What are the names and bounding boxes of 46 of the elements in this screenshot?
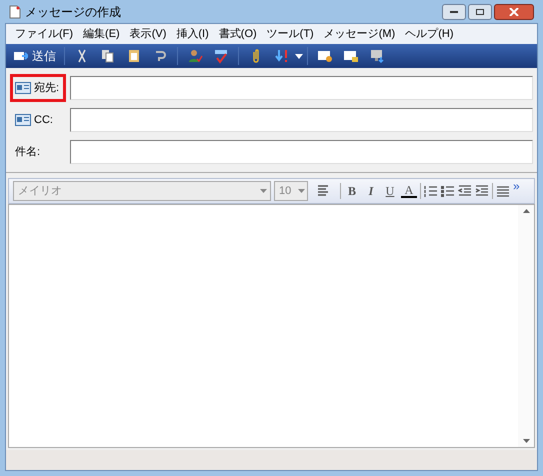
menu-item[interactable]: 挿入(I) [171,26,214,42]
bulleted-list-icon[interactable] [441,184,455,198]
menu-item[interactable]: 編集(E) [78,26,125,42]
close-button[interactable] [494,4,534,20]
spell-check-icon[interactable] [213,48,229,64]
field-label: 宛先: [10,74,66,102]
numbered-list-icon[interactable] [424,184,438,198]
increase-indent-icon[interactable] [475,184,489,198]
copy-icon[interactable] [100,48,116,64]
document-icon [9,4,21,18]
send-mail-icon[interactable] [14,50,28,62]
menu-item[interactable]: メッセージ(M) [318,26,400,42]
encrypt-icon[interactable] [343,48,359,64]
more-button[interactable]: » [513,181,520,191]
send-button[interactable]: 送信 [10,47,60,65]
person-check-icon[interactable] [187,48,203,64]
align-icon[interactable] [496,184,510,198]
input-field[interactable] [70,108,533,132]
window-title: メッセージの作成 [25,4,121,20]
minimize-button[interactable] [442,4,466,20]
scroll-up-icon[interactable] [522,209,530,213]
font-color-button[interactable]: A [401,184,417,198]
underline-button[interactable]: U [382,182,398,200]
decrease-indent-icon[interactable] [458,184,472,198]
menu-item[interactable]: ヘルプ(H) [400,26,458,42]
address-card-icon[interactable] [15,114,31,126]
bold-button[interactable]: B [344,182,360,200]
input-field[interactable] [70,140,533,164]
maximize-button[interactable] [468,4,492,20]
paste-icon[interactable] [126,48,142,64]
menu-item[interactable]: ツール(T) [262,26,319,42]
address-card-icon[interactable] [15,82,31,94]
sign-icon[interactable] [317,48,333,64]
italic-button[interactable]: I [363,182,379,200]
close-icon[interactable] [509,8,519,16]
priority-icon[interactable] [274,48,290,64]
menu-item[interactable]: ファイル(F) [10,26,78,42]
field-label: CC: [10,106,66,134]
scroll-down-icon[interactable] [522,439,530,443]
scrollbar[interactable] [518,205,534,447]
menu-item[interactable]: 書式(O) [214,26,262,42]
dropdown-arrow-icon[interactable] [295,54,303,58]
offline-icon[interactable] [369,48,385,64]
field-label: 件名: [14,144,42,160]
menu-item[interactable]: 表示(V) [124,26,172,42]
input-field[interactable] [70,76,533,100]
